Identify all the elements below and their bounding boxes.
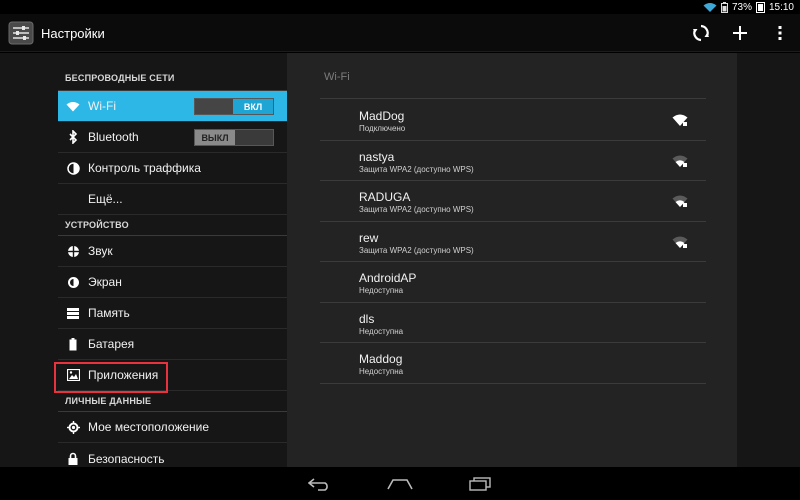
sidebar-item-label: Звук [88,244,113,258]
section-device: УСТРОЙСТВО [58,215,287,236]
wifi-signal-weak-icon [672,155,688,167]
network-item[interactable]: rew Защита WPA2 (доступно WPS) [320,222,706,262]
back-icon [308,478,328,491]
sidebar-item-label: Bluetooth [88,130,139,144]
bluetooth-toggle-state: ВЫКЛ [195,130,235,145]
sidebar-item-label: Батарея [88,337,135,351]
network-name: MadDog [359,109,405,123]
recent-apps-icon [469,477,491,491]
sidebar-item-location[interactable]: Мое местоположение [58,412,287,443]
wifi-signal-weak-icon [672,195,688,207]
back-button[interactable] [300,473,340,495]
wifi-toggle[interactable]: ВКЛ [194,98,274,115]
wifi-signal-weak-icon [672,236,688,248]
battery-icon [720,1,728,13]
network-name: AndroidAP [359,271,417,285]
settings-content: БЕСПРОВОДНЫЕ СЕТИ Wi-Fi ВКЛ Bluetooth ВЫ… [0,53,800,467]
page-title: Настройки [41,26,105,41]
sidebar-item-label: Память [88,306,130,320]
location-icon [66,420,80,434]
network-name: dls [359,311,375,326]
sidebar-item-memory[interactable]: Память [58,298,287,329]
network-item[interactable]: nastya Защита WPA2 (доступно WPS) [320,141,706,181]
data-usage-icon [66,161,80,175]
network-status: Защита WPA2 (доступно WPS) [359,205,474,214]
recent-apps-button[interactable] [460,473,500,495]
sidebar-item-label: Wi-Fi [88,99,116,113]
scan-button[interactable] [686,20,716,46]
network-name: Maddog [359,352,403,366]
sync-status-icon [755,1,765,13]
home-button[interactable] [380,473,420,495]
wifi-panel: Wi-Fi MadDog Подключено nastya Защита WP… [287,53,737,467]
sidebar-item-apps[interactable]: Приложения [54,360,287,393]
divider [320,98,706,99]
network-status: Недоступна [359,326,404,336]
network-name: nastya [359,149,395,164]
wifi-status-icon [703,2,717,12]
network-status: Подключено [359,124,406,133]
sidebar-item-bluetooth[interactable]: Bluetooth ВЫКЛ [58,122,287,153]
network-name: RADUGA [359,190,411,204]
network-item[interactable]: RADUGA Защита WPA2 (доступно WPS) [320,181,706,222]
network-list: MadDog Подключено nastya Защита WPA2 (до… [320,100,706,384]
section-personal: ЛИЧНЫЕ ДАННЫЕ [58,391,287,412]
bluetooth-toggle[interactable]: ВЫКЛ [194,129,274,146]
wifi-panel-title: Wi-Fi [324,71,350,83]
sidebar-item-label: Экран [88,275,122,289]
add-network-button[interactable] [725,20,755,46]
sound-icon [66,244,80,258]
network-item[interactable]: Maddog Недоступна [320,343,706,384]
apps-icon [66,368,80,382]
storage-icon [66,306,80,320]
home-icon [387,479,413,490]
wifi-icon [66,99,80,113]
bluetooth-icon [66,130,80,144]
lock-icon [66,452,80,466]
sidebar-item-battery[interactable]: Батарея [58,329,287,360]
navigation-bar [0,467,800,500]
settings-app-icon[interactable] [8,21,34,45]
overflow-menu-button[interactable] [765,20,795,46]
network-status: Недоступна [359,367,404,376]
sidebar-item-wifi[interactable]: Wi-Fi ВКЛ [58,91,287,122]
sidebar-item-more[interactable]: Ещё... [58,184,287,215]
status-bar: 73% 15:10 [0,0,800,14]
wifi-toggle-state: ВКЛ [233,99,273,114]
network-item[interactable]: dls Недоступна [320,303,706,343]
sidebar-item-screen[interactable]: Экран [58,267,287,298]
wifi-signal-strong-icon [672,114,688,126]
sidebar-item-label: Приложения [88,368,159,382]
sidebar-item-label: Безопасность [88,451,165,466]
sidebar-item-label: Ещё... [88,192,123,206]
battery-settings-icon [66,337,80,351]
action-bar: Настройки [0,14,800,52]
network-status: Защита WPA2 (доступно WPS) [359,164,474,174]
clock: 15:10 [768,1,794,13]
more-vertical-icon [778,26,782,40]
settings-sidebar: БЕСПРОВОДНЫЕ СЕТИ Wi-Fi ВКЛ Bluetooth ВЫ… [54,53,287,467]
brightness-icon [66,275,80,289]
network-status: Защита WPA2 (доступно WPS) [359,245,474,255]
sidebar-item-label: Контроль траффика [88,161,201,175]
section-wireless: БЕСПРОВОДНЫЕ СЕТИ [58,53,287,91]
battery-percent: 73% [731,1,752,13]
plus-icon [733,26,747,40]
network-status: Недоступна [359,286,404,295]
network-item[interactable]: MadDog Подключено [320,100,706,141]
network-item[interactable]: AndroidAP Недоступна [320,262,706,303]
sidebar-item-sound[interactable]: Звук [58,236,287,267]
sidebar-item-label: Мое местоположение [88,420,210,434]
network-name: rew [359,230,379,245]
refresh-icon [693,24,709,42]
sidebar-item-traffic[interactable]: Контроль траффика [58,153,287,184]
